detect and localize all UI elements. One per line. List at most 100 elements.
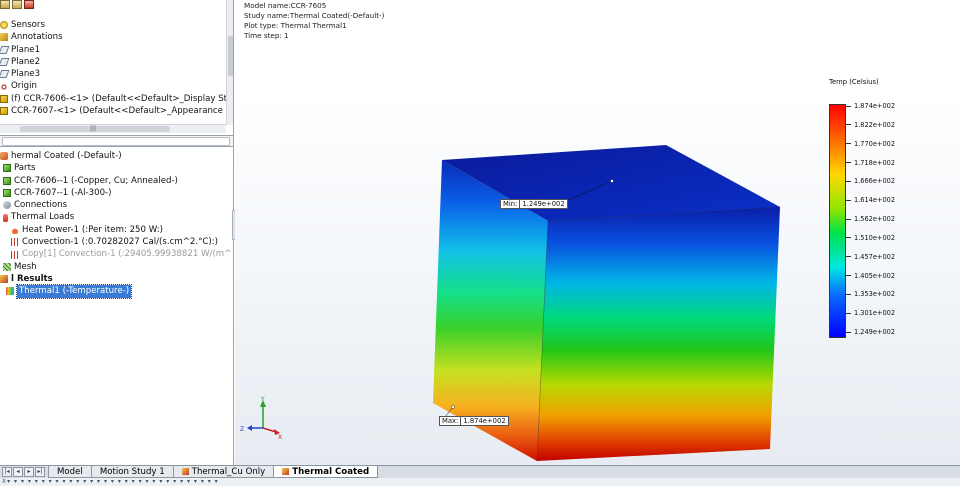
study-tree-item-label: Thermal1 (-Temperature-) <box>15 284 133 299</box>
study-tree-item-label: l Results <box>11 273 53 284</box>
sensor-icon <box>0 21 8 30</box>
study-tree-item[interactable]: Thermal Loads <box>0 211 232 223</box>
study-tab[interactable]: Thermal Coated <box>273 466 379 478</box>
convection-icon <box>11 238 19 247</box>
feature-tree-item[interactable]: Origin <box>0 80 226 92</box>
study-tree-item[interactable]: Heat Power-1 (:Per item: 250 W:) <box>0 224 232 236</box>
feature-tree-item[interactable]: CCR-7607-<1> (Default<<Default>_Appearan… <box>0 105 226 117</box>
study-tree-item[interactable]: Parts <box>0 162 232 174</box>
study-tree-item-label: CCR-7607--1 (-Al-300-) <box>14 187 112 198</box>
feature-tree-item-label: Plane3 <box>11 69 41 80</box>
convection-icon <box>11 250 19 259</box>
triad-z-label: Z <box>240 426 244 433</box>
part-solid-icon <box>3 189 11 198</box>
legend-tick-label: 1.249e+002 <box>846 328 895 336</box>
tab-scroll-controls: |◂ ◂ ▸ ▸| <box>2 467 45 477</box>
legend-tick-label: 1.353e+002 <box>846 290 895 298</box>
study-tab-label: Model <box>57 467 83 477</box>
reference-triad: Y X Z <box>240 396 282 440</box>
feature-tree-item-label: CCR-7607-<1> (Default<<Default>_Appearan… <box>11 106 226 117</box>
study-tree-item-label: hermal Coated (-Default-) <box>11 151 122 161</box>
part-solid-icon <box>3 176 11 185</box>
study-tree-item-label: CCR-7606--1 (-Copper, Cu; Annealed-) <box>14 175 178 186</box>
connections-icon <box>3 201 11 210</box>
plane-icon <box>0 70 10 79</box>
feature-tree-item[interactable]: Plane3 <box>0 68 226 80</box>
min-probe-label: Min: 1.249e+002 <box>500 199 568 209</box>
feature-tree-item[interactable]: Annotations <box>0 31 226 43</box>
feature-tree-hscrollbar[interactable]: ||| <box>0 124 226 133</box>
display-manager-tab-icon[interactable] <box>24 0 34 9</box>
study-tree-item-label: Thermal Loads <box>11 212 75 223</box>
feature-tree-item-label: Sensors <box>11 20 45 30</box>
study-tab-label: Thermal Coated <box>292 467 370 477</box>
tab-prev-icon[interactable]: ◂ <box>13 467 23 477</box>
feature-tree-item[interactable]: Plane2 <box>0 56 226 68</box>
heat-power-icon <box>11 225 19 234</box>
feature-tree: Sensors Annotations Plane1 Plane2 Plane3 Orig… <box>0 19 226 125</box>
results-icon <box>0 275 8 284</box>
feature-tree-item-label: Annotations <box>11 32 63 43</box>
parts-folder-icon <box>3 164 11 173</box>
plane-icon <box>0 45 10 54</box>
study-tree-item[interactable]: l Results <box>0 273 232 285</box>
origin-icon <box>0 82 8 91</box>
feature-manager-toolbar <box>0 0 60 9</box>
study-tab[interactable]: Model <box>48 466 92 478</box>
time-step-text: Time step: 1 <box>244 31 289 40</box>
feature-tree-item[interactable]: (f) CCR-7606-<1> (Default<<Default>_Disp… <box>0 93 226 105</box>
plane-icon <box>0 58 10 67</box>
part-icon <box>0 94 8 103</box>
legend-tick-label: 1.405e+002 <box>846 272 895 280</box>
temperature-legend[interactable]: Temp (Celsius) 1.874e+002 1.822e+002 1.770… <box>829 78 949 348</box>
min-probe-prefix: Min: <box>503 200 518 208</box>
triad-x-label: X <box>278 434 282 440</box>
feature-tree-item-label: Plane2 <box>11 56 41 67</box>
property-manager-tab-icon[interactable] <box>12 0 22 9</box>
legend-tick-label: 1.770e+002 <box>846 140 895 148</box>
feature-manager-panel: Sensors Annotations Plane1 Plane2 Plane3 Orig… <box>0 0 234 465</box>
feature-tree-item-label: Plane1 <box>11 44 41 55</box>
tab-first-icon[interactable]: |◂ <box>2 467 12 477</box>
study-tree-item-label: Connections <box>14 200 68 211</box>
triad-y-label: Y <box>260 396 265 403</box>
graphics-viewport[interactable]: Model name:CCR-7605 Study name:Thermal C… <box>235 0 960 465</box>
thermal-study-icon <box>282 468 290 475</box>
study-tab-label: Thermal_Cu Only <box>191 467 266 477</box>
study-tree-item[interactable]: hermal Coated (-Default-) <box>0 150 232 162</box>
cube-front-face <box>537 207 780 461</box>
feature-tree-item[interactable]: Plane1 <box>0 44 226 56</box>
simulation-filter-field[interactable] <box>2 137 230 146</box>
study-tree-item[interactable]: Connections <box>0 199 232 211</box>
thermal-plot-icon <box>6 287 14 296</box>
feature-tree-item[interactable]: Sensors <box>0 19 226 31</box>
plot-type-text: Plot type: Thermal Thermal1 <box>244 21 347 30</box>
panel-splitter[interactable] <box>0 135 233 147</box>
max-probe-value: 1.874e+002 <box>460 417 506 425</box>
study-tree-item[interactable]: Mesh <box>0 261 232 273</box>
study-tree-item[interactable]: Convection-1 (:0.70282027 Cal/(s.cm^2.°C… <box>0 236 232 248</box>
feature-tree-vscrollbar[interactable] <box>226 0 233 125</box>
legend-tick-label: 1.510e+002 <box>846 234 895 242</box>
study-tree-item-label: Mesh <box>14 261 37 272</box>
max-probe-label: Max: 1.874e+002 <box>439 416 509 426</box>
feature-tree-tab-icon[interactable] <box>0 0 10 9</box>
tab-last-icon[interactable]: ▸| <box>35 467 45 477</box>
study-tab[interactable]: Thermal_Cu Only <box>172 466 275 478</box>
feature-tree-item-label: Origin <box>11 81 37 92</box>
feature-tree-item-label: (f) CCR-7606-<1> (Default<<Default>_Disp… <box>11 93 226 104</box>
part-icon <box>0 107 8 116</box>
study-tabs: Model Motion Study 1 Thermal_Cu Only Therma… <box>48 466 379 478</box>
min-probe-value: 1.249e+002 <box>519 200 565 208</box>
tab-next-icon[interactable]: ▸ <box>24 467 34 477</box>
study-icon <box>0 152 8 161</box>
study-tree-item[interactable]: Copy[1] Convection-1 (:29405.99938821 W/… <box>0 248 232 260</box>
study-tree-item-label: Heat Power-1 (:Per item: 250 W:) <box>22 224 163 235</box>
study-tree-item[interactable]: CCR-7606--1 (-Copper, Cu; Annealed-) <box>0 175 232 187</box>
study-tab[interactable]: Motion Study 1 <box>90 466 174 478</box>
study-tree-item[interactable]: Thermal1 (-Temperature-) <box>0 284 232 299</box>
legend-tick-label: 1.562e+002 <box>846 215 895 223</box>
study-tree-item[interactable]: CCR-7607--1 (-Al-300-) <box>0 187 232 199</box>
mesh-icon <box>3 262 11 271</box>
study-tree-item-label: Convection-1 (:0.70282027 Cal/(s.cm^2.°C… <box>22 237 218 248</box>
